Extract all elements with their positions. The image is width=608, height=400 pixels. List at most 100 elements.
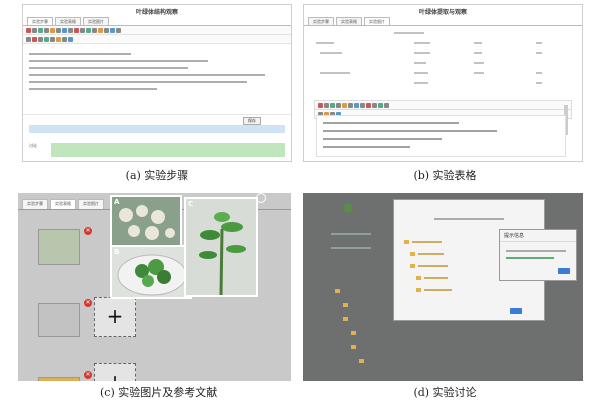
caption-b: (b) 实验表格 [413, 169, 477, 182]
bold-icon[interactable] [26, 27, 31, 33]
photo-b[interactable]: B [110, 245, 192, 299]
ok-button[interactable] [558, 268, 570, 274]
tab-table[interactable]: 实验表格 [336, 17, 362, 25]
text-line [29, 74, 265, 76]
photo-a[interactable]: A [110, 195, 182, 249]
tab-images[interactable]: 实验图片 [364, 17, 390, 25]
folder-icon[interactable] [410, 252, 415, 256]
add-image-button[interactable]: + [94, 297, 136, 337]
align-icon[interactable] [336, 102, 341, 108]
editor-content[interactable] [316, 115, 566, 157]
undo-icon[interactable] [366, 102, 371, 108]
folder-icon[interactable] [335, 289, 340, 293]
tab-images[interactable]: 实验图片 [83, 17, 109, 25]
undo-icon[interactable] [80, 27, 85, 33]
link-icon[interactable] [348, 102, 353, 108]
tab-images[interactable]: 实验图片 [78, 199, 104, 209]
font-color-icon[interactable] [92, 27, 97, 33]
menu-item[interactable] [331, 233, 371, 235]
confirm-button[interactable] [510, 308, 522, 314]
folder-icon[interactable] [351, 345, 356, 349]
add-image-button[interactable]: + [94, 363, 136, 381]
delete-icon[interactable]: ✕ [84, 371, 92, 379]
text-line [29, 60, 209, 62]
tab-table[interactable]: 实验表格 [55, 17, 81, 25]
folder-icon[interactable] [404, 240, 409, 244]
tab-steps[interactable]: 实验步骤 [27, 17, 53, 25]
caption-c: (c) 实验图片及参考文献 [100, 386, 218, 399]
table-icon[interactable] [360, 102, 365, 108]
tree-item[interactable] [424, 289, 452, 291]
source-icon[interactable] [384, 102, 389, 108]
photo-label: C [188, 200, 194, 208]
plant-dish-icon [117, 254, 187, 296]
photo-c[interactable]: C [184, 197, 258, 297]
menu-item[interactable] [331, 247, 371, 249]
list-icon[interactable] [342, 102, 347, 108]
image-thumbnail[interactable] [38, 377, 80, 381]
style-icon[interactable] [26, 36, 31, 42]
table-cell [536, 82, 542, 84]
link-icon[interactable] [62, 27, 67, 33]
data-table [304, 26, 582, 86]
image-list: ✕ ✕ ✕ [24, 211, 112, 381]
redo-icon[interactable] [86, 27, 91, 33]
italic-icon[interactable] [32, 27, 37, 33]
tree-item[interactable] [418, 265, 448, 267]
editor-toolbar-row2 [23, 35, 291, 44]
tree-item[interactable] [424, 277, 448, 279]
italic-icon[interactable] [324, 102, 329, 108]
folder-icon[interactable] [343, 303, 348, 307]
folder-icon[interactable] [359, 359, 364, 363]
tab-steps[interactable]: 实验步骤 [308, 17, 334, 25]
table-icon[interactable] [74, 27, 79, 33]
tree-item[interactable] [412, 241, 442, 243]
image-thumbnail[interactable] [38, 303, 80, 337]
tab-steps[interactable]: 实验步骤 [22, 199, 48, 209]
delete-icon[interactable]: ✕ [84, 299, 92, 307]
discussion-label: 讨论 [29, 143, 37, 148]
source-icon[interactable] [110, 27, 115, 33]
code-icon[interactable] [56, 36, 61, 42]
delete-icon[interactable]: ✕ [84, 227, 92, 235]
bold-icon[interactable] [318, 102, 323, 108]
underline-icon[interactable] [38, 27, 43, 33]
emoji-icon[interactable] [68, 36, 73, 42]
image-icon[interactable] [68, 27, 73, 33]
align-left-icon[interactable] [44, 27, 49, 33]
redo-icon[interactable] [372, 102, 377, 108]
quote-icon[interactable] [50, 36, 55, 42]
paragraph-icon[interactable] [32, 36, 37, 42]
text-line [323, 138, 443, 140]
text-line [29, 81, 247, 83]
highlight-icon[interactable] [98, 27, 103, 33]
editor-content[interactable] [23, 44, 291, 114]
discussion-area[interactable] [51, 143, 285, 157]
editor-toolbar [23, 26, 291, 35]
list-icon[interactable] [56, 27, 61, 33]
align-center-icon[interactable] [50, 27, 55, 33]
text-line [29, 67, 188, 69]
table-cell [414, 52, 430, 54]
indent-icon[interactable] [38, 36, 43, 42]
text-line [29, 53, 132, 55]
close-icon[interactable] [256, 193, 266, 203]
underline-icon[interactable] [330, 102, 335, 108]
tree-item[interactable] [418, 253, 444, 255]
font-size-icon[interactable] [104, 27, 109, 33]
fullscreen-icon[interactable] [116, 27, 121, 33]
folder-icon[interactable] [351, 331, 356, 335]
folder-icon[interactable] [416, 276, 421, 280]
outdent-icon[interactable] [44, 36, 49, 42]
save-button[interactable]: 保存 [243, 117, 261, 125]
color-icon[interactable] [378, 102, 383, 108]
folder-icon[interactable] [410, 264, 415, 268]
folder-icon[interactable] [343, 317, 348, 321]
formula-icon[interactable] [62, 36, 67, 42]
image-thumbnail[interactable] [38, 229, 80, 265]
folder-icon[interactable] [416, 288, 421, 292]
tab-table[interactable]: 实验表格 [50, 199, 76, 209]
text-line [323, 146, 410, 148]
image-icon[interactable] [354, 102, 359, 108]
dialog-title: 提示信息 [500, 230, 576, 242]
